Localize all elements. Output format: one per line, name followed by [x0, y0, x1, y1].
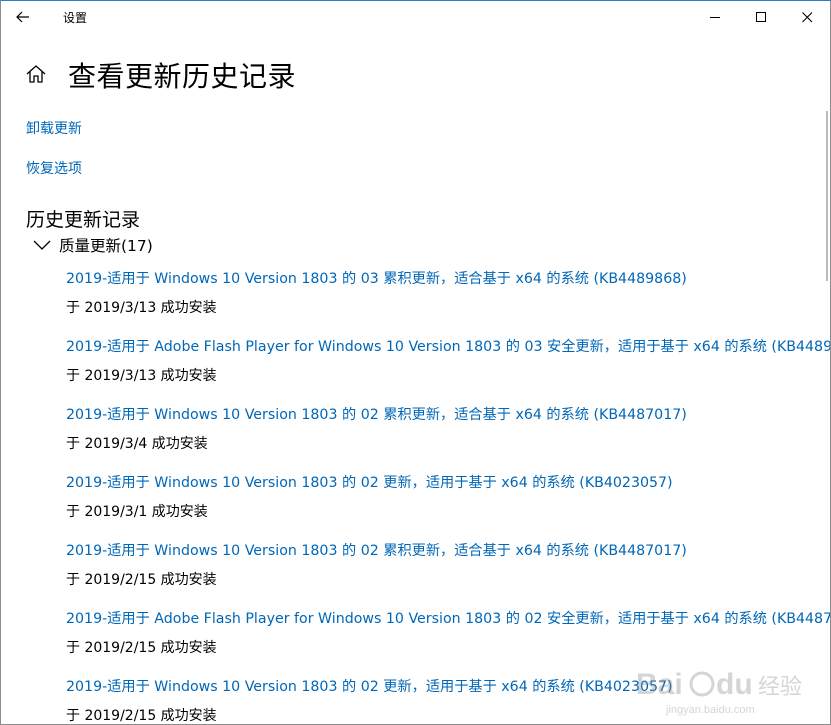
arrow-left-icon — [16, 11, 29, 23]
section-title: 历史更新记录 — [26, 209, 141, 231]
quality-updates-group-toggle[interactable]: 质量更新(17) — [33, 234, 153, 256]
settings-window: 设置 查看更新历史记录 卸载更新 恢复选项 历史更新记录 质量更新(17) 20… — [0, 0, 831, 725]
list-item: 2019-适用于 Windows 10 Version 1803 的 02 累积… — [66, 403, 830, 471]
install-status: 于 2019/2/15 成功安装 — [66, 640, 217, 656]
update-link[interactable]: 2019-适用于 Windows 10 Version 1803 的 03 累积… — [66, 268, 687, 288]
list-item: 2019-适用于 Adobe Flash Player for Windows … — [66, 335, 830, 403]
list-item: 2019-适用于 Adobe Flash Player for Windows … — [66, 607, 830, 675]
update-list: 2019-适用于 Windows 10 Version 1803 的 03 累积… — [66, 267, 830, 724]
home-icon[interactable] — [25, 63, 47, 85]
install-status: 于 2019/3/1 成功安装 — [66, 504, 208, 520]
list-item: 2019-适用于 Windows 10 Version 1803 的 02 累积… — [66, 539, 830, 607]
minimize-icon — [709, 16, 720, 18]
install-status: 于 2019/2/15 成功安装 — [66, 708, 217, 724]
group-label: 质量更新(17) — [59, 237, 153, 255]
maximize-button[interactable] — [738, 1, 784, 33]
recovery-options-link[interactable]: 恢复选项 — [26, 158, 82, 178]
list-item: 2019-适用于 Windows 10 Version 1803 的 03 累积… — [66, 267, 830, 335]
close-button[interactable] — [784, 1, 830, 33]
update-link[interactable]: 2019-适用于 Adobe Flash Player for Windows … — [66, 336, 830, 356]
chevron-down-icon — [33, 240, 51, 250]
list-item: 2019-适用于 Windows 10 Version 1803 的 02 更新… — [66, 675, 830, 724]
update-link[interactable]: 2019-适用于 Windows 10 Version 1803 的 02 累积… — [66, 404, 687, 424]
back-button[interactable] — [11, 5, 35, 29]
install-status: 于 2019/3/4 成功安装 — [66, 436, 208, 452]
uninstall-updates-link[interactable]: 卸载更新 — [26, 118, 82, 138]
scrollbar[interactable] — [826, 111, 828, 281]
app-title: 设置 — [63, 11, 88, 25]
maximize-icon — [755, 11, 766, 22]
install-status: 于 2019/2/15 成功安装 — [66, 572, 217, 588]
update-link[interactable]: 2019-适用于 Adobe Flash Player for Windows … — [66, 608, 830, 628]
minimize-button[interactable] — [692, 1, 738, 33]
update-link[interactable]: 2019-适用于 Windows 10 Version 1803 的 02 累积… — [66, 540, 687, 560]
title-bar: 设置 — [1, 1, 830, 33]
page-title: 查看更新历史记录 — [68, 60, 297, 93]
install-status: 于 2019/3/13 成功安装 — [66, 300, 217, 316]
list-item: 2019-适用于 Windows 10 Version 1803 的 02 更新… — [66, 471, 830, 539]
close-icon — [801, 11, 812, 22]
update-link[interactable]: 2019-适用于 Windows 10 Version 1803 的 02 更新… — [66, 472, 673, 492]
update-link[interactable]: 2019-适用于 Windows 10 Version 1803 的 02 更新… — [66, 676, 673, 696]
install-status: 于 2019/3/13 成功安装 — [66, 368, 217, 384]
